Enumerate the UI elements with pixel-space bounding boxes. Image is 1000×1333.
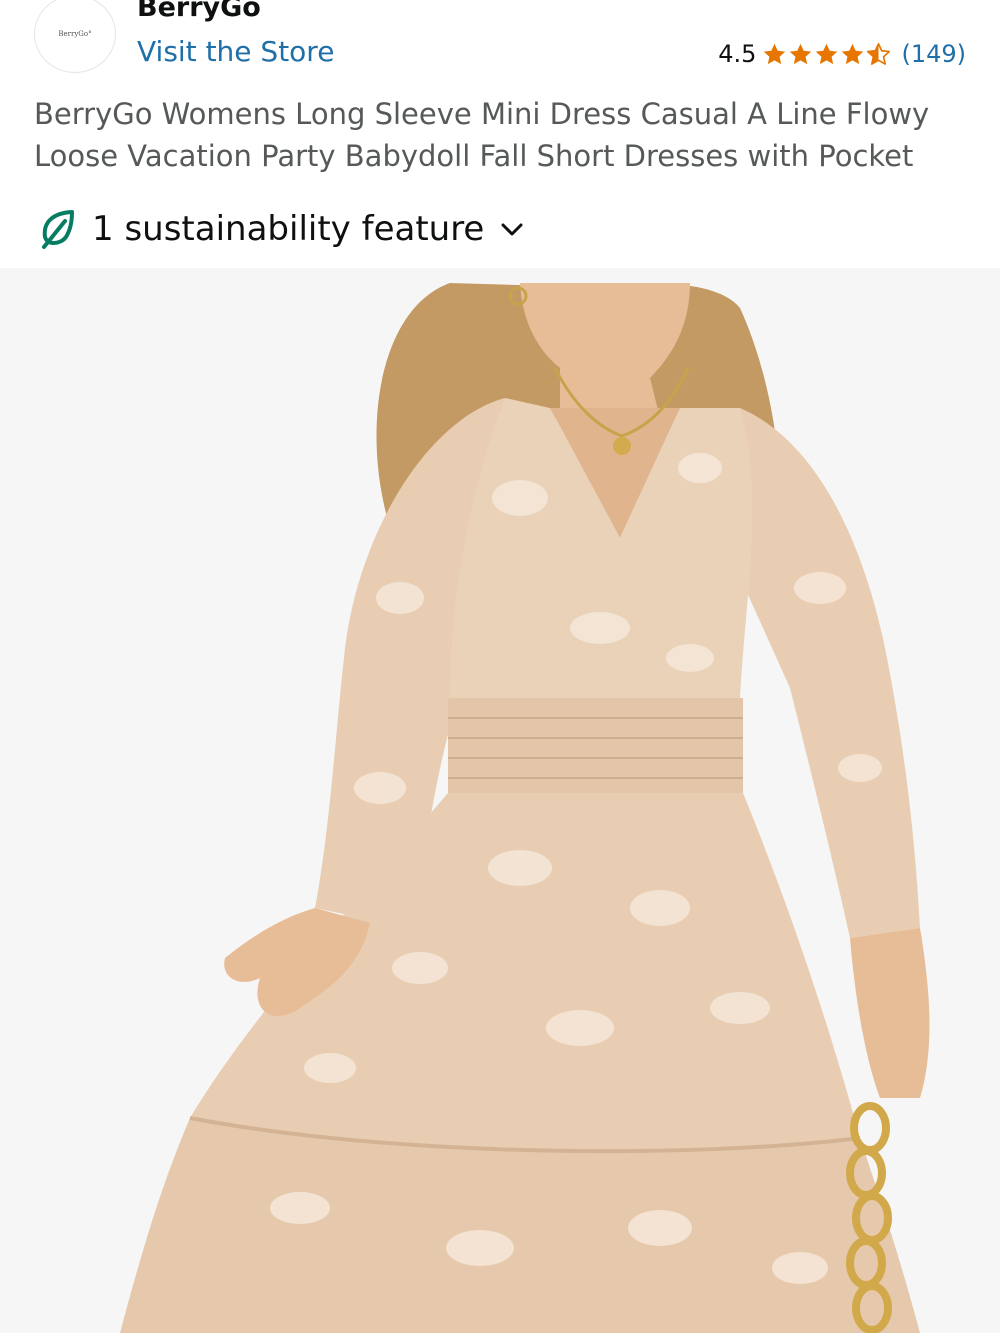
visit-store-link[interactable]: Visit the Store: [137, 35, 334, 68]
brand-logo-text: BerryGo°: [58, 30, 92, 38]
brand-logo[interactable]: BerryGo°: [34, 0, 116, 73]
product-image[interactable]: [0, 268, 1000, 1333]
product-title: BerryGo Womens Long Sleeve Mini Dress Ca…: [34, 97, 930, 173]
sustainability-feature-toggle[interactable]: 1 sustainability feature: [38, 203, 526, 255]
rating-value: 4.5: [718, 40, 757, 68]
star-rating: [762, 42, 891, 67]
leaf-icon: [38, 207, 78, 251]
star-icon: [816, 43, 838, 64]
star-icon: [790, 43, 812, 64]
rating-summary[interactable]: 4.5 (149): [718, 38, 966, 70]
star-icon: [842, 43, 864, 64]
star-icon: [764, 43, 786, 64]
review-count[interactable]: (149): [901, 40, 966, 68]
brand-name: BerryGo: [137, 0, 261, 23]
half-star-icon: [867, 42, 891, 65]
chevron-down-icon: [498, 215, 526, 243]
sustainability-label: 1 sustainability feature: [92, 209, 485, 249]
